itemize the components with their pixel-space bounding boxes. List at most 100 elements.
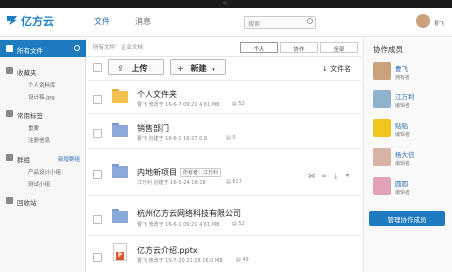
file-name[interactable]: 内地新项目 <box>137 167 177 178</box>
member-avatar[interactable] <box>373 119 391 137</box>
sort-label: 文件名 <box>330 65 352 73</box>
file-name[interactable]: 杭州亿方云网络科技有限公司 <box>137 208 241 219</box>
row-checkbox[interactable] <box>93 215 102 224</box>
divider <box>88 80 362 81</box>
tab-collab-label: 协作 <box>293 47 305 53</box>
sort-button[interactable]: ↓ 文件名 <box>322 64 351 74</box>
row-checkbox[interactable] <box>93 95 102 104</box>
table-row-divider <box>88 113 362 114</box>
camera-dot <box>223 1 227 5</box>
row-checkbox[interactable] <box>93 253 102 262</box>
file-name[interactable]: 亿方云介绍.pptx <box>137 245 198 256</box>
sidebar-item-group-2[interactable]: 测试小组 <box>28 180 50 188</box>
sidebar-item-tag-1[interactable]: 重要 <box>28 124 39 132</box>
group-folder-icon <box>112 125 128 137</box>
sort-arrow-icon: ↓ <box>322 65 328 73</box>
share-icon[interactable]: ⋈ <box>308 172 315 180</box>
user-name[interactable]: 曹飞 <box>434 20 444 27</box>
divider <box>88 56 362 57</box>
app-header <box>0 8 452 37</box>
file-meta: 曹飞 创建于 16-6-1 16:27 0 B <box>137 136 208 142</box>
sidebar-item-tag-2[interactable]: 注册信息 <box>28 136 50 144</box>
trash-icon <box>6 197 13 204</box>
file-name[interactable]: 销售部门 <box>137 123 169 134</box>
sidebar-item-label: 所有文件 <box>17 47 43 55</box>
tab-personal[interactable]: 个人 <box>240 42 278 53</box>
member-avatar[interactable] <box>373 148 391 166</box>
user-avatar[interactable] <box>416 14 430 28</box>
panel-title: 协作成员 <box>373 45 403 54</box>
add-group-link[interactable]: 新增群组 <box>58 155 80 163</box>
search-icon[interactable] <box>307 18 313 24</box>
group-folder-icon <box>112 211 128 223</box>
file-count: ▤ 52 <box>232 221 245 227</box>
table-row-divider <box>88 235 362 236</box>
sidebar-item-fav-1[interactable]: 个人资料库 <box>28 81 56 89</box>
download-icon[interactable]: ⤓ <box>334 172 337 181</box>
member-name[interactable]: 圆圆 <box>395 178 408 188</box>
pptx-badge: P <box>116 252 124 260</box>
sidebar-item-trash[interactable]: 回收站 <box>17 197 37 207</box>
sidebar-item-groups[interactable]: 群组 <box>17 154 30 164</box>
member-avatar[interactable] <box>373 177 391 195</box>
upload-label: 上传 <box>131 64 148 73</box>
file-meta: 曹飞 修改于 15-7-20 21:18 16.0 MB <box>137 258 223 264</box>
file-count: ▤ 617 <box>226 179 242 185</box>
table-row-divider <box>88 148 362 149</box>
member-avatar[interactable] <box>373 62 391 80</box>
select-all-checkbox[interactable] <box>93 63 102 72</box>
tab-all[interactable]: 全部 <box>320 42 358 53</box>
nav-files[interactable]: 文件 <box>94 16 110 27</box>
more-icon[interactable]: ▾ <box>346 172 349 179</box>
upload-button[interactable]: ⇪ 上传 <box>108 59 164 75</box>
group-folder-icon <box>112 166 128 178</box>
file-count: ▤ 49 <box>236 257 249 263</box>
member-role: 编辑者 <box>395 161 411 167</box>
member-name[interactable]: 杨大信 <box>395 149 415 159</box>
link-icon[interactable]: ∞ <box>321 172 327 180</box>
file-count-value: 49 <box>242 257 249 263</box>
file-count-value: 52 <box>238 101 245 107</box>
tag-icon <box>6 110 13 117</box>
nav-messages[interactable]: 消息 <box>135 16 151 27</box>
new-button[interactable]: + 新建 ▾ <box>170 59 226 75</box>
file-meta: 曹飞 修改于 16-6-7 09:21 4.61 MB <box>137 102 220 108</box>
manage-collaborators-button[interactable]: 管理协作成员 <box>369 211 445 226</box>
member-role: 编辑者 <box>395 103 411 109</box>
file-meta: 曹飞 修改于 16-6-1 09:21 4.61 MB <box>137 222 220 228</box>
search-input[interactable]: 搜索 <box>244 16 316 29</box>
breadcrumb-root[interactable]: 所有文件 <box>93 43 115 51</box>
tab-personal-label: 个人 <box>253 47 265 53</box>
tab-all-label: 全部 <box>333 47 345 53</box>
network-icon[interactable] <box>74 45 80 51</box>
file-count-value: 617 <box>232 179 242 185</box>
chevron-down-icon: ▾ <box>212 67 215 73</box>
file-count-value: 0 <box>232 135 236 141</box>
member-role: 编辑者 <box>395 190 411 196</box>
member-name[interactable]: 江万利 <box>395 91 415 101</box>
row-checkbox[interactable] <box>93 170 102 179</box>
breadcrumb-current[interactable]: 企业文档 <box>121 43 143 51</box>
member-name[interactable]: 贴贴 <box>395 120 408 130</box>
member-name[interactable]: 曹飞 <box>395 63 408 73</box>
file-name[interactable]: 个人文件夹 <box>137 89 177 100</box>
sidebar-item-fav-2[interactable]: 设计稿.jpg <box>28 93 55 101</box>
row-checkbox[interactable] <box>93 129 102 138</box>
file-count: ▤ 52 <box>232 101 245 107</box>
star-icon <box>6 67 13 74</box>
breadcrumb-separator: › <box>115 43 118 49</box>
file-count-value: 52 <box>238 221 245 227</box>
sidebar-item-group-1[interactable]: 产品设计小组 <box>28 168 61 176</box>
table-row-divider <box>88 195 362 196</box>
app-logo-text: 亿方云 <box>21 15 54 28</box>
logo-icon <box>7 16 17 25</box>
owner-tag: 所有者：江万利 <box>180 168 222 177</box>
new-label: 新建 <box>190 64 207 73</box>
tab-collab[interactable]: 协作 <box>280 42 318 53</box>
folder-icon <box>6 45 13 52</box>
member-avatar[interactable] <box>373 90 391 108</box>
sidebar-item-tags[interactable]: 常用标签 <box>17 110 43 120</box>
sidebar-item-favorites[interactable]: 收藏夹 <box>17 67 37 77</box>
member-role: 拥有者 <box>395 75 411 81</box>
member-role: 编辑者 <box>395 132 411 138</box>
